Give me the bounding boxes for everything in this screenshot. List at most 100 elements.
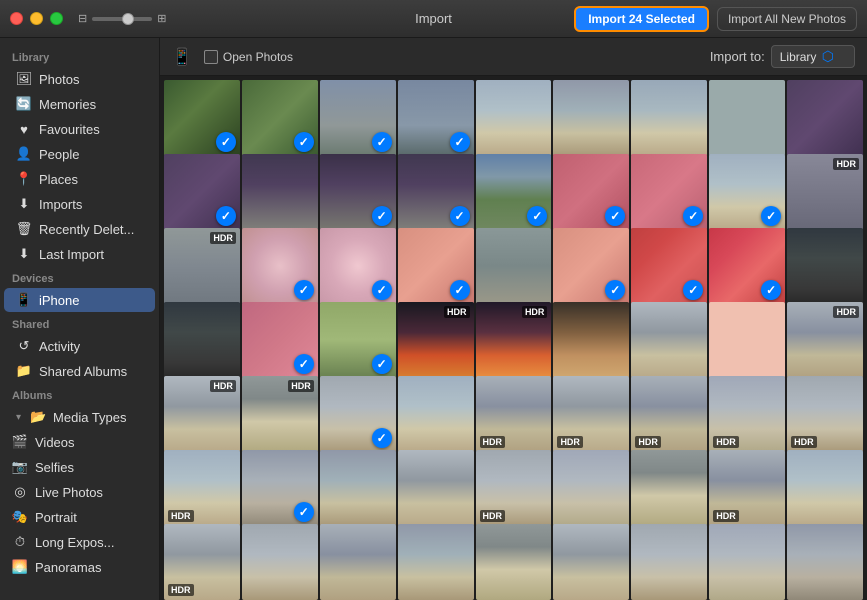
photo-cell-11[interactable] [242,154,318,230]
photo-cell-55[interactable]: HDR [164,524,240,600]
photo-cell-33[interactable] [553,302,629,378]
photo-check-26[interactable]: ✓ [761,280,781,300]
sidebar-item-places[interactable]: 📍Places [4,167,155,191]
photo-cell-13[interactable]: ✓ [398,154,474,230]
sidebar-item-shared-albums[interactable]: 📁Shared Albums [4,359,155,383]
photo-cell-24[interactable]: ✓ [553,228,629,304]
sidebar-item-recently-deleted[interactable]: 🗑Recently Delet... [4,217,155,241]
photo-cell-28[interactable] [164,302,240,378]
sidebar-item-panoramas[interactable]: 🌅Panoramas [4,555,155,579]
photo-cell-3[interactable]: ✓ [320,80,396,156]
sidebar-item-portrait[interactable]: 🎭Portrait [4,505,155,529]
photo-cell-26[interactable]: ✓ [709,228,785,304]
photo-cell-44[interactable]: HDR [709,376,785,452]
photo-cell-20[interactable]: ✓ [242,228,318,304]
photo-cell-2[interactable]: ✓ [242,80,318,156]
photo-cell-51[interactable] [553,450,629,526]
photo-cell-34[interactable] [631,302,707,378]
photo-check-47[interactable]: ✓ [294,502,314,522]
sidebar-item-live-photos[interactable]: ◎Live Photos [4,480,155,504]
photo-cell-14[interactable]: ✓ [476,154,552,230]
sidebar-item-imports[interactable]: ⬇Imports [4,192,155,216]
sidebar-item-videos[interactable]: 🎬Videos [4,430,155,454]
photo-check-13[interactable]: ✓ [450,206,470,226]
zoom-slider-thumb[interactable] [122,13,134,25]
open-photos-checkbox[interactable] [204,50,218,64]
photo-cell-17[interactable]: ✓ [709,154,785,230]
photo-check-3[interactable]: ✓ [372,132,392,152]
photo-cell-43[interactable]: HDR [631,376,707,452]
photo-cell-4[interactable]: ✓ [398,80,474,156]
photo-grid[interactable]: ✓✓✓✓✓✓✓✓✓✓✓HDRHDR✓✓✓✓✓✓✓✓HDRHDRHDRHDRHDR… [160,76,867,600]
photo-check-39[interactable]: ✓ [372,428,392,448]
photo-check-12[interactable]: ✓ [372,206,392,226]
maximize-button[interactable] [50,12,63,25]
import-all-button[interactable]: Import All New Photos [717,7,857,31]
open-photos-option[interactable]: Open Photos [204,50,293,64]
photo-cell-57[interactable] [320,524,396,600]
photo-cell-53[interactable]: HDR [709,450,785,526]
sidebar-item-photos[interactable]: 🖼Photos [4,67,155,91]
photo-cell-8[interactable] [709,80,785,156]
sidebar-item-favourites[interactable]: ♥Favourites [4,117,155,141]
photo-cell-32[interactable]: HDR [476,302,552,378]
photo-cell-16[interactable]: ✓ [631,154,707,230]
sidebar-item-long-exposure[interactable]: ⏱Long Expos... [4,530,155,554]
import-destination-dropdown[interactable]: Library ⬡ [771,45,855,68]
photo-cell-23[interactable] [476,228,552,304]
photo-check-10[interactable]: ✓ [216,206,236,226]
sidebar-item-last-import[interactable]: ⬇Last Import [4,242,155,266]
photo-check-21[interactable]: ✓ [372,280,392,300]
photo-cell-19[interactable]: HDR [164,228,240,304]
photo-cell-6[interactable] [553,80,629,156]
sidebar-item-people[interactable]: 👤People [4,142,155,166]
photo-cell-38[interactable]: HDR [242,376,318,452]
photo-cell-27[interactable] [787,228,863,304]
photo-cell-47[interactable]: ✓ [242,450,318,526]
photo-check-22[interactable]: ✓ [450,280,470,300]
zoom-slider[interactable] [92,17,152,21]
photo-cell-61[interactable] [631,524,707,600]
photo-cell-10[interactable]: ✓ [164,154,240,230]
photo-cell-25[interactable]: ✓ [631,228,707,304]
photo-cell-40[interactable] [398,376,474,452]
photo-cell-62[interactable] [709,524,785,600]
photo-check-20[interactable]: ✓ [294,280,314,300]
photo-cell-15[interactable]: ✓ [553,154,629,230]
photo-cell-21[interactable]: ✓ [320,228,396,304]
close-button[interactable] [10,12,23,25]
photo-cell-5[interactable] [476,80,552,156]
photo-cell-22[interactable]: ✓ [398,228,474,304]
photo-check-16[interactable]: ✓ [683,206,703,226]
photo-cell-35[interactable] [709,302,785,378]
photo-cell-49[interactable] [398,450,474,526]
photo-cell-7[interactable] [631,80,707,156]
photo-cell-50[interactable]: HDR [476,450,552,526]
photo-cell-9[interactable] [787,80,863,156]
sidebar-item-memories[interactable]: 🔄Memories [4,92,155,116]
photo-check-30[interactable]: ✓ [372,354,392,374]
photo-check-29[interactable]: ✓ [294,354,314,374]
import-selected-button[interactable]: Import 24 Selected [574,6,709,32]
photo-cell-59[interactable] [476,524,552,600]
photo-check-2[interactable]: ✓ [294,132,314,152]
photo-cell-45[interactable]: HDR [787,376,863,452]
photo-cell-52[interactable] [631,450,707,526]
photo-cell-36[interactable]: HDR [787,302,863,378]
photo-check-17[interactable]: ✓ [761,206,781,226]
photo-check-1[interactable]: ✓ [216,132,236,152]
photo-cell-60[interactable] [553,524,629,600]
photo-cell-42[interactable]: HDR [553,376,629,452]
sidebar-item-iphone[interactable]: 📱iPhone [4,288,155,312]
photo-cell-46[interactable]: HDR [164,450,240,526]
minimize-button[interactable] [30,12,43,25]
photo-cell-56[interactable] [242,524,318,600]
photo-cell-12[interactable]: ✓ [320,154,396,230]
photo-cell-63[interactable] [787,524,863,600]
photo-cell-48[interactable] [320,450,396,526]
sidebar-item-selfies[interactable]: 📷Selfies [4,455,155,479]
photo-cell-41[interactable]: HDR [476,376,552,452]
photo-cell-29[interactable]: ✓ [242,302,318,378]
photo-check-25[interactable]: ✓ [683,280,703,300]
photo-cell-58[interactable] [398,524,474,600]
